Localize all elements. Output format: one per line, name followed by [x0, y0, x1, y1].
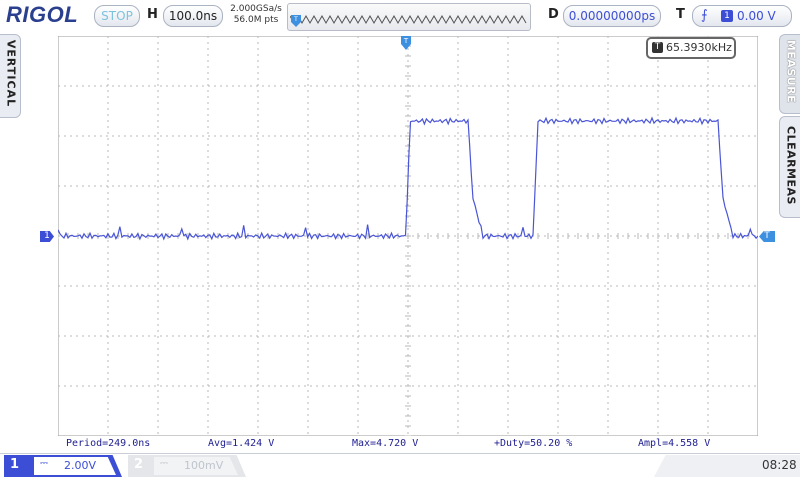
- measurement-duty: +Duty=50.20 %: [494, 438, 573, 449]
- trigger-level-marker[interactable]: T: [759, 231, 775, 242]
- memory-waveform-overview[interactable]: T: [287, 3, 531, 31]
- dc-coupling-icon: ⎓: [160, 458, 168, 469]
- trigger-position-marker-icon[interactable]: T: [400, 36, 412, 52]
- channel2-tab[interactable]: 2 ⎓ 100mV: [128, 455, 246, 477]
- memory-overview-zigzag: [290, 15, 527, 25]
- channel1-settings: ⎓ 2.00V: [34, 457, 116, 475]
- channel1-tab[interactable]: 1 ⎓ 2.00V: [4, 455, 122, 477]
- trigger-source-badge: 1: [721, 10, 733, 22]
- frequency-counter-value: 65.3930kHz: [666, 41, 732, 54]
- sample-rate: 2.000GSa/s: [230, 4, 282, 14]
- channel1-offset-marker[interactable]: 1: [40, 231, 54, 242]
- brand-logo: RIGOL: [6, 2, 79, 27]
- memory-depth: 56.0M pts: [233, 15, 279, 25]
- svg-text:T: T: [403, 37, 409, 45]
- dc-coupling-icon: ⎓: [40, 458, 48, 469]
- channel2-number: 2: [134, 457, 144, 472]
- delay-label: D: [548, 7, 559, 22]
- vertical-menu-tab[interactable]: VERTICAL: [0, 34, 21, 118]
- timebase-value[interactable]: 100.0ns: [163, 5, 223, 27]
- acquisition-info: 2.000GSa/s 56.0M pts: [228, 4, 284, 26]
- frequency-counter-badge: T: [652, 42, 663, 53]
- measurement-period: Period=249.0ns: [66, 438, 151, 449]
- measurement-maximum: Max=4.720 V: [352, 438, 419, 449]
- channel1-scale: 2.00V: [64, 459, 97, 472]
- channel2-settings: ⎓ 100mV: [154, 457, 238, 475]
- clear-meas-tab-label: CLEARMEAS: [784, 126, 798, 205]
- channel2-scale: 100mV: [184, 459, 224, 472]
- trigger-level-value: 0.00 V: [737, 9, 776, 23]
- measure-menu-tab[interactable]: MEASURE: [779, 34, 800, 114]
- clock-area: 08:28: [654, 455, 800, 477]
- measurement-average: Avg=1.424 V: [208, 438, 275, 449]
- run-stop-button[interactable]: STOP: [94, 5, 140, 27]
- vertical-tab-label: VERTICAL: [4, 39, 18, 108]
- frequency-counter: T 65.3930kHz: [646, 37, 736, 59]
- clock: 08:28: [762, 458, 797, 472]
- waveform-display[interactable]: [58, 36, 758, 436]
- rising-edge-icon: ⨍: [701, 8, 708, 23]
- trigger-settings[interactable]: ⨍ 1 0.00 V: [692, 5, 792, 27]
- channel1-number: 1: [10, 457, 20, 472]
- horizontal-delay-value[interactable]: 0.00000000ps: [563, 5, 661, 27]
- timebase-label: H: [147, 7, 158, 22]
- svg-text:T: T: [293, 16, 298, 23]
- measure-tab-label: MEASURE: [784, 39, 798, 104]
- trigger-label: T: [676, 7, 685, 22]
- top-status-bar: RIGOL STOP H 100.0ns 2.000GSa/s 56.0M pt…: [0, 0, 800, 32]
- measurement-amplitude: Ampl=4.558 V: [638, 438, 711, 449]
- trigger-position-icon: T: [291, 15, 301, 27]
- clear-measurements-tab[interactable]: CLEARMEAS: [779, 116, 800, 218]
